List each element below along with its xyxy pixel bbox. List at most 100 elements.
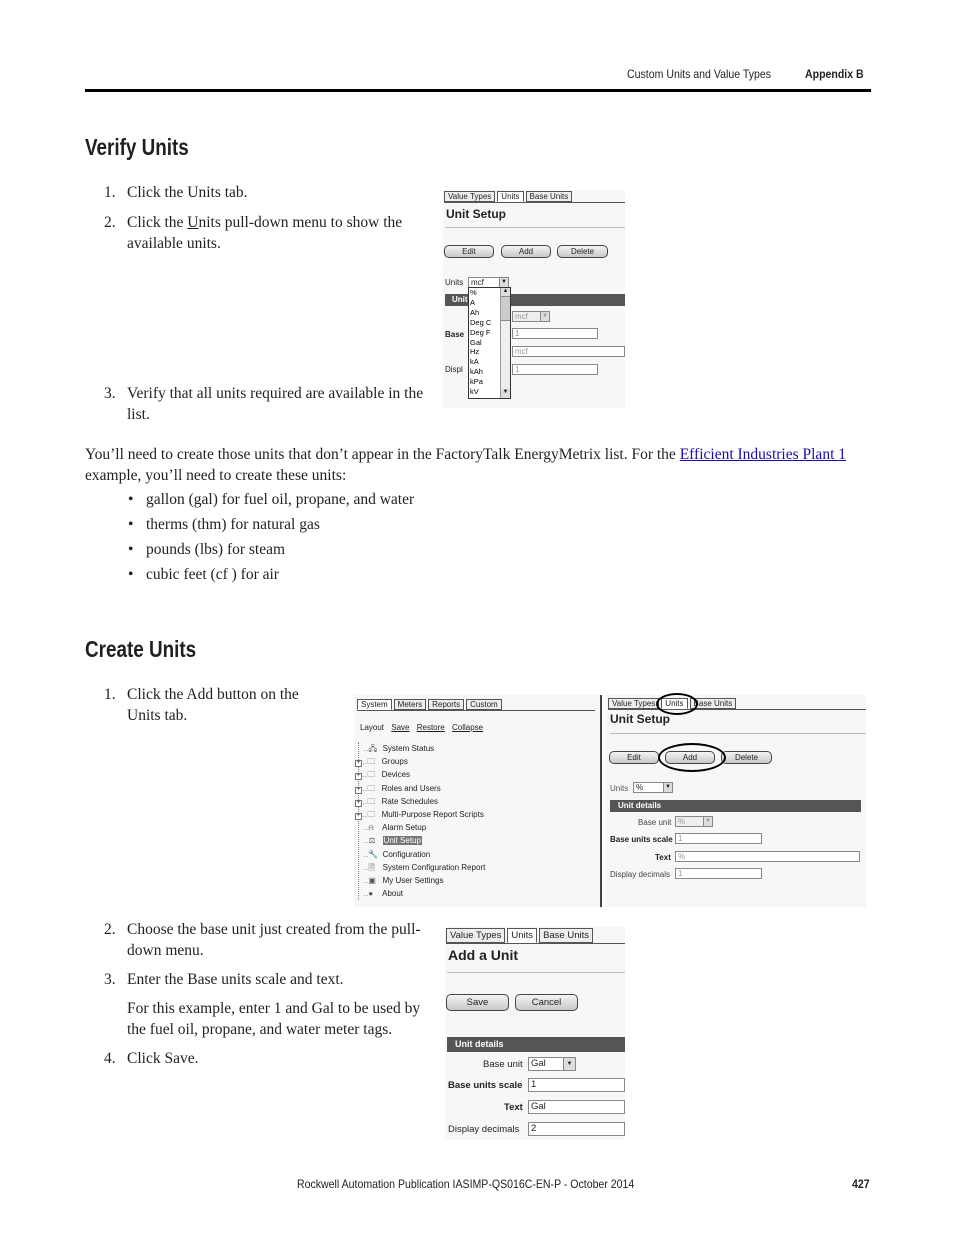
text-label: Text xyxy=(504,1102,523,1113)
tree-item[interactable]: ‥▣ My User Settings xyxy=(359,874,485,887)
dropdown-option[interactable]: Ah xyxy=(470,308,491,318)
tree-item[interactable]: ‥🔧 Configuration xyxy=(359,848,485,861)
tree-item[interactable]: ‥⚖ Unit Setup xyxy=(359,834,485,847)
footer-publication: Rockwell Automation Publication IASIMP-Q… xyxy=(297,1177,635,1191)
scroll-thumb[interactable] xyxy=(501,297,510,321)
base-unit-select[interactable]: % ▼ xyxy=(675,816,713,827)
text-input[interactable]: mcf xyxy=(512,346,625,357)
cancel-button[interactable]: Cancel xyxy=(515,994,578,1011)
tree-item[interactable]: ‥🗎 System Configuration Report xyxy=(359,861,485,874)
tab-units[interactable]: Units xyxy=(507,928,538,943)
step-text-part: Click the Add button on the xyxy=(127,686,299,703)
edit-button[interactable]: Edit xyxy=(444,245,494,258)
add-button[interactable]: Add xyxy=(501,245,551,258)
tree-item[interactable]: + ‥🗀 Multi-Purpose Report Scripts xyxy=(355,808,485,821)
layout-restore-link[interactable]: Restore xyxy=(417,723,445,732)
section-title-verify: Verify Units xyxy=(85,134,189,160)
edit-button[interactable]: Edit xyxy=(609,751,659,764)
tab-system[interactable]: System xyxy=(357,699,392,710)
tab-value-types[interactable]: Value Types xyxy=(608,698,660,709)
expand-icon[interactable]: + xyxy=(355,786,362,794)
folder-icon: 🗀 xyxy=(367,796,376,806)
scroll-up-icon[interactable]: ▲ xyxy=(501,288,510,297)
decimals-input[interactable]: 1 xyxy=(675,868,762,879)
dropdown-option[interactable]: Gal xyxy=(470,338,491,348)
tree-item-label: Rate Schedules xyxy=(381,796,439,806)
step-text-part: Verify that all units required are avail… xyxy=(127,385,424,402)
bullet-item: • gallon (gal) for fuel oil, propane, and… xyxy=(128,490,414,511)
step-text: Click the Units pull-down menu to show t… xyxy=(127,213,402,254)
dropdown-option[interactable]: Deg F xyxy=(470,328,491,338)
scroll-down-icon[interactable]: ▼ xyxy=(501,389,510,398)
tree-item[interactable]: ‥🖧 System Status xyxy=(359,742,485,755)
info-icon: ● xyxy=(368,889,374,899)
dropdown-option[interactable]: Hz xyxy=(470,347,491,357)
dropdown-option[interactable]: % xyxy=(470,288,491,298)
tab-base-units[interactable]: Base Units xyxy=(539,928,593,943)
tree-item-label: Unit Setup xyxy=(382,836,422,846)
units-value: mcf xyxy=(471,278,484,287)
chevron-down-icon: ▼ xyxy=(563,1058,575,1070)
unit-details-bar: Unit details xyxy=(447,1037,625,1052)
tree-item[interactable]: + ‥🗀 Groups xyxy=(355,755,485,768)
divider xyxy=(447,972,625,973)
tree-item[interactable]: + ‥🗀 Roles and Users xyxy=(355,782,485,795)
dropdown-option[interactable]: kAh xyxy=(470,367,491,377)
scale-input[interactable]: 1 xyxy=(512,328,598,339)
base-unit-select[interactable]: Gal ▼ xyxy=(528,1057,576,1071)
expand-icon[interactable]: + xyxy=(355,812,362,820)
expand-icon[interactable]: + xyxy=(355,799,362,807)
layout-collapse-link[interactable]: Collapse xyxy=(452,723,483,732)
text-input[interactable]: Gal xyxy=(528,1100,625,1114)
layout-label: Layout xyxy=(360,723,385,732)
units-dropdown-list[interactable]: % A Ah Deg C Deg F Gal Hz kA kAh kPa kV ▲ ▼ xyxy=(468,287,511,399)
tree-item[interactable]: ‥● About xyxy=(359,887,485,900)
tab-value-types[interactable]: Value Types xyxy=(444,191,496,202)
step-text-underlined: U xyxy=(187,214,199,231)
tab-base-units[interactable]: Base Units xyxy=(525,191,573,202)
dropdown-option[interactable]: kV xyxy=(470,387,491,397)
step-number: 2. xyxy=(104,214,116,231)
scale-input[interactable]: 1 xyxy=(528,1078,625,1092)
step-text-part: down menu. xyxy=(127,941,204,959)
tree-item-label: My User Settings xyxy=(382,875,444,885)
add-unit-screenshot: Value Types Units Base Units Add a Unit Sa… xyxy=(445,927,625,1140)
delete-button[interactable]: Delete xyxy=(557,245,608,258)
save-button[interactable]: Save xyxy=(446,994,509,1011)
tab-value-types[interactable]: Value Types xyxy=(446,928,506,943)
tab-meters[interactable]: Meters xyxy=(393,699,427,710)
scale-label: Base units scale xyxy=(610,835,673,844)
expand-icon[interactable]: + xyxy=(355,760,362,768)
expand-icon[interactable]: + xyxy=(355,773,362,781)
step-text: Click the Units tab. xyxy=(127,184,248,201)
divider xyxy=(610,733,866,734)
decimals-input[interactable]: 1 xyxy=(512,364,598,375)
chevron-down-icon: ▼ xyxy=(663,783,672,792)
dropdown-option[interactable]: kPa xyxy=(470,377,491,387)
scrollbar[interactable]: ▲ ▼ xyxy=(500,288,510,398)
tree-item[interactable]: ‥⍾ Alarm Setup xyxy=(359,821,485,834)
decimals-input[interactable]: 2 xyxy=(528,1122,625,1136)
dropdown-option[interactable]: Deg C xyxy=(470,318,491,328)
delete-button[interactable]: Delete xyxy=(721,751,772,764)
plant-link[interactable]: Efficient Industries Plant 1 xyxy=(680,446,846,463)
step-number: 3. xyxy=(104,385,116,402)
folder-icon: 🗀 xyxy=(367,770,376,780)
tab-reports[interactable]: Reports xyxy=(428,699,465,710)
scale-input[interactable]: 1 xyxy=(675,833,762,844)
tree-item-label: System Status xyxy=(382,744,435,753)
tab-units[interactable]: Units xyxy=(497,191,524,202)
tree-item[interactable]: + ‥🗀 Devices xyxy=(355,768,485,781)
layout-save-link[interactable]: Save xyxy=(391,723,409,732)
tree-item-label: Multi-Purpose Report Scripts xyxy=(381,809,484,819)
section-title-create: Create Units xyxy=(85,636,197,662)
tree-item[interactable]: + ‥🗀 Rate Schedules xyxy=(355,795,485,808)
base-unit-select[interactable]: mcf ▼ xyxy=(512,311,550,322)
units-select[interactable]: % ▼ xyxy=(633,782,673,793)
text-input[interactable]: % xyxy=(675,851,860,862)
dropdown-option[interactable]: A xyxy=(470,298,491,308)
dropdown-option[interactable]: kA xyxy=(470,357,491,367)
user-settings-icon: ▣ xyxy=(368,875,376,885)
tab-custom[interactable]: Custom xyxy=(466,699,502,710)
tree-item-label: Configuration xyxy=(382,849,431,859)
